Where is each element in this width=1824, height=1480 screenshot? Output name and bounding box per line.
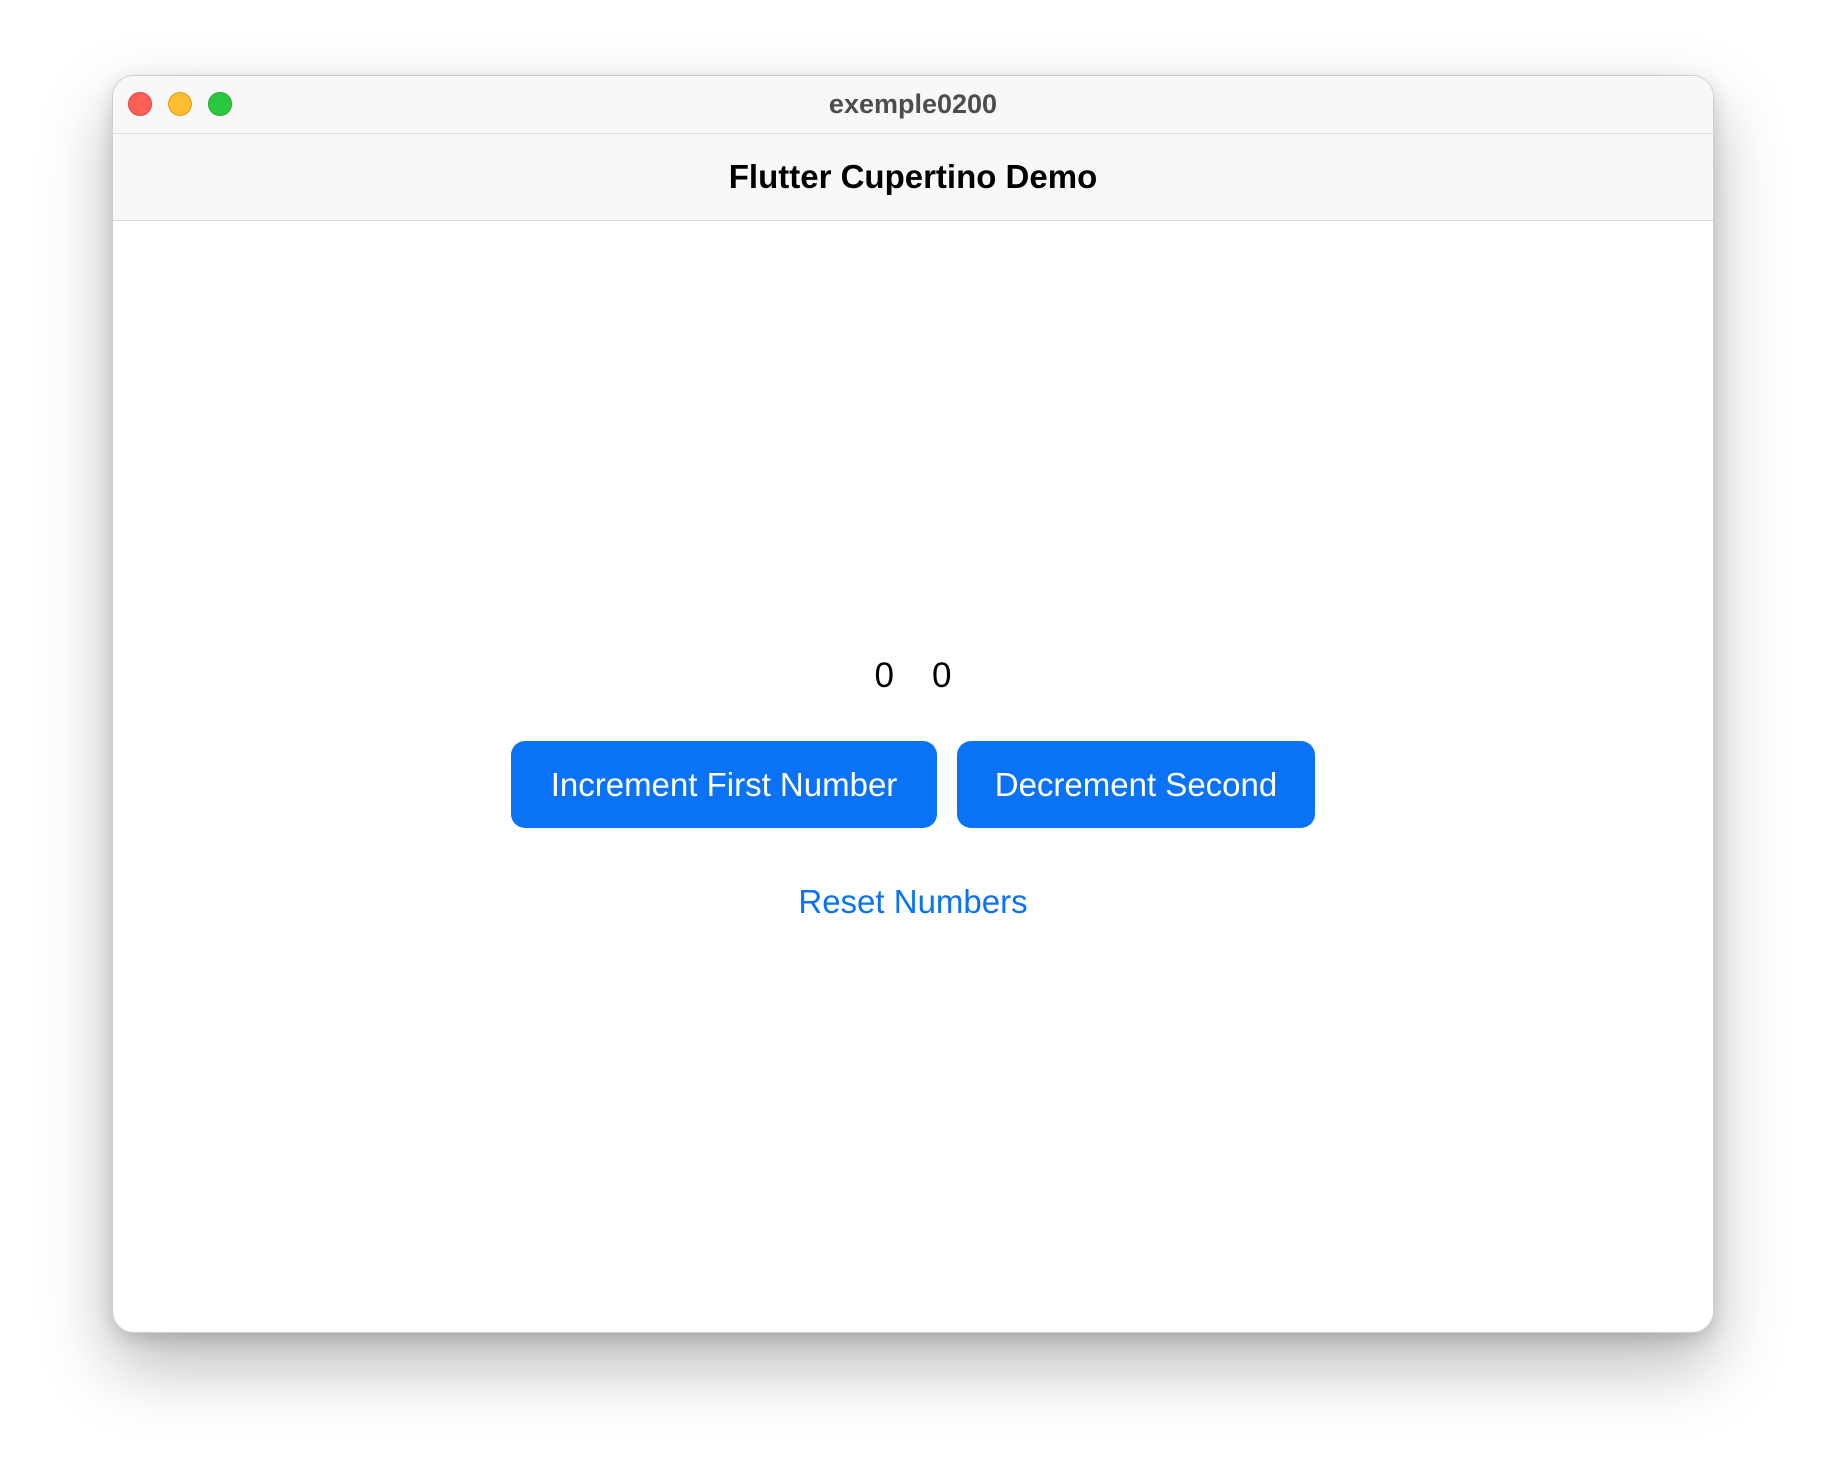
increment-first-button[interactable]: Increment First Number	[511, 741, 937, 828]
reset-numbers-button[interactable]: Reset Numbers	[782, 875, 1043, 929]
decrement-second-button[interactable]: Decrement Second	[957, 741, 1315, 828]
window-title: exemple0200	[828, 89, 998, 119]
reset-numbers-button-row: Reset Numbers	[113, 875, 1713, 929]
navigation-bar: Flutter Cupertino Demo	[113, 134, 1713, 221]
first-number: 0	[874, 656, 894, 695]
app-window: exemple0200 Flutter Cupertino Demo 00 In…	[112, 75, 1714, 1333]
button-row: Increment First Number Decrement Second	[113, 741, 1713, 828]
title-bar[interactable]: exemple0200	[113, 76, 1713, 134]
counter-display: 00	[113, 656, 1713, 696]
second-number: 0	[932, 656, 952, 695]
page-title: Flutter Cupertino Demo	[728, 158, 1098, 195]
main-content: 00 Increment First Number Decrement Secon…	[113, 221, 1713, 1332]
